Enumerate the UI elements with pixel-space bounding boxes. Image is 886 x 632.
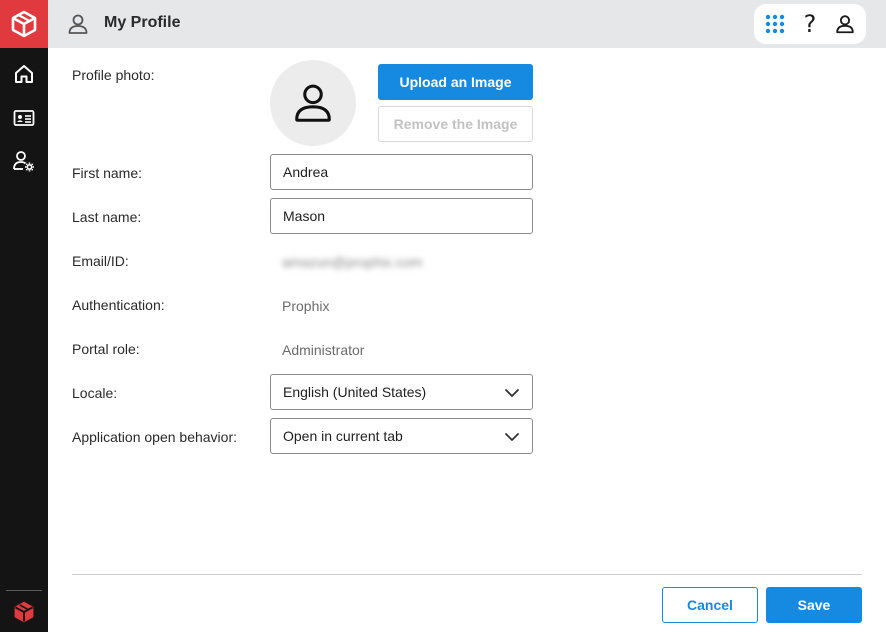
bottom-brand-logo [12, 600, 36, 624]
cancel-button[interactable]: Cancel [662, 587, 758, 623]
cube-logo-small-icon [14, 601, 34, 623]
email-value: amazun@prophix.com [282, 254, 423, 270]
page-title: My Profile [104, 14, 181, 31]
footer-divider [72, 574, 862, 575]
sidebar-item-home[interactable] [0, 56, 48, 92]
upload-image-button[interactable]: Upload an Image [378, 64, 533, 100]
open-behavior-select[interactable]: Open in current tab [270, 418, 533, 454]
remove-image-button: Remove the Image [378, 106, 533, 142]
avatar [270, 60, 356, 146]
open-behavior-selected-value: Open in current tab [283, 428, 403, 444]
locale-selected-value: English (United States) [283, 384, 427, 400]
account-button[interactable] [830, 9, 860, 39]
sidebar-item-user-settings[interactable] [0, 143, 48, 179]
open-behavior-label: Application open behavior: [72, 429, 238, 445]
locale-label: Locale: [72, 385, 118, 401]
sidebar [0, 0, 48, 632]
last-name-field[interactable] [270, 198, 533, 234]
authentication-value: Prophix [282, 298, 330, 314]
portal-role-label: Portal role: [72, 341, 140, 357]
profile-user-icon [68, 14, 88, 34]
cube-logo-icon [11, 10, 37, 38]
apps-button[interactable] [760, 9, 790, 39]
apps-grid-icon [766, 14, 785, 34]
user-settings-icon [13, 151, 34, 172]
last-name-label: Last name: [72, 209, 142, 225]
header-toolbar: ? [754, 4, 866, 44]
email-label: Email/ID: [72, 253, 129, 269]
locale-select[interactable]: English (United States) [270, 374, 533, 410]
chevron-down-icon [505, 433, 519, 441]
help-button[interactable]: ? [795, 9, 825, 39]
chevron-down-icon [505, 389, 519, 397]
sidebar-item-id-card[interactable] [0, 100, 48, 136]
app-logo[interactable] [0, 0, 48, 48]
home-icon [15, 65, 33, 83]
first-name-label: First name: [72, 165, 143, 181]
sidebar-divider [6, 590, 42, 591]
help-icon: ? [803, 10, 817, 38]
first-name-field[interactable] [270, 154, 533, 190]
avatar-user-icon [295, 84, 331, 122]
profile-photo-label: Profile photo: [72, 67, 155, 83]
id-card-icon [13, 110, 35, 126]
authentication-label: Authentication: [72, 297, 165, 313]
portal-role-value: Administrator [282, 342, 365, 358]
header-bar: My Profile ? [48, 0, 886, 48]
save-button[interactable]: Save [766, 587, 862, 623]
user-icon [835, 15, 854, 34]
